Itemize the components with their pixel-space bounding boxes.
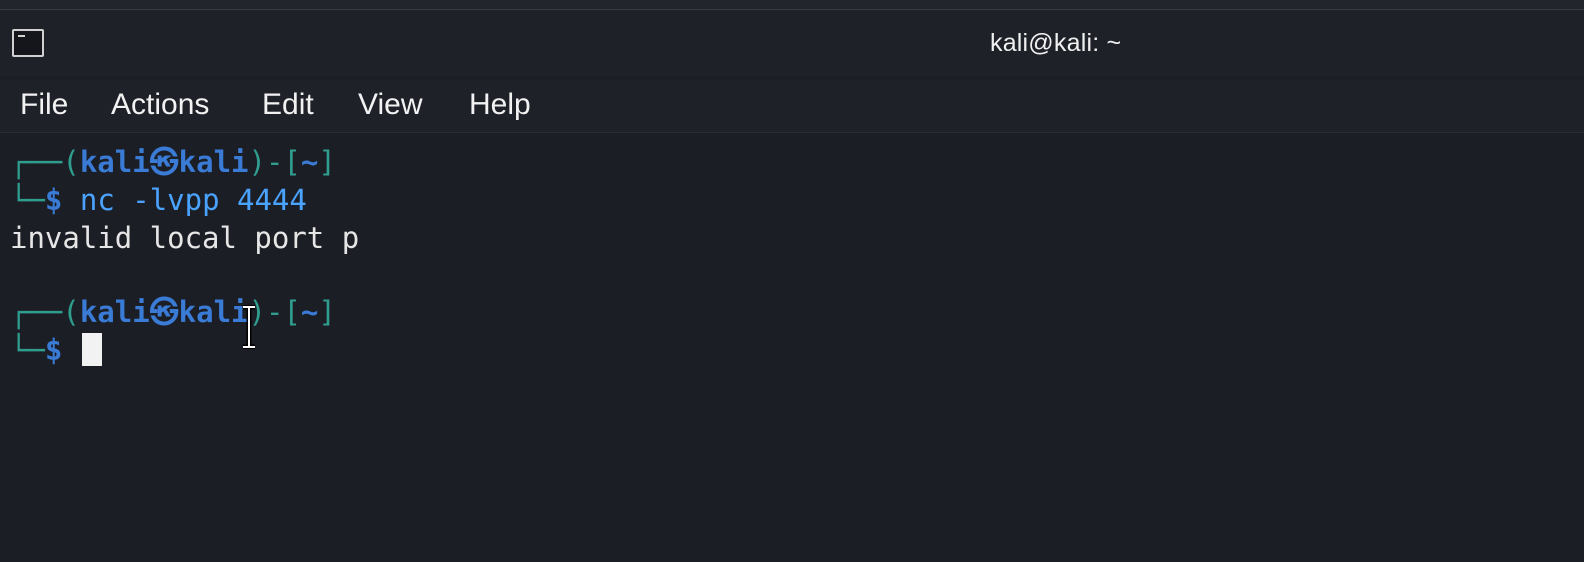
menu-bar: File Actions Edit View Help [0, 80, 1584, 133]
prompt-dollar: $ [44, 183, 63, 217]
prompt-bracket-bottom: └─ [10, 333, 45, 367]
prompt-line: ┌──(kali㉿kali)-[~] [10, 143, 336, 181]
command-output: invalid local port p [10, 221, 360, 255]
command-name: nc [79, 183, 115, 217]
prompt-bracket-close: ] [318, 295, 336, 329]
prompt-bracket-open: ┌──( [10, 295, 80, 329]
command-line: └─$ [10, 331, 62, 369]
terminal-output-area[interactable]: ┌──(kali㉿kali)-[~] └─$ nc -lvpp 4444 inv… [0, 133, 1584, 562]
mouse-ibeam-cursor-icon [243, 305, 255, 349]
prompt-directory: ~ [300, 145, 319, 179]
prompt-user-host: kali㉿kali [79, 295, 249, 329]
menu-file[interactable]: File [20, 88, 68, 122]
command-args: -lvpp 4444 [132, 183, 307, 217]
menu-help[interactable]: Help [469, 88, 531, 122]
prompt-bracket-bottom: └─ [10, 183, 45, 217]
prompt-directory: ~ [300, 295, 319, 329]
window-title: kali@kali: ~ [990, 29, 1122, 57]
text-cursor [82, 333, 102, 366]
prompt-line: ┌──(kali㉿kali)-[~] [10, 293, 336, 331]
title-bar[interactable]: kali@kali: ~ [0, 10, 1584, 76]
prompt-bracket-mid: )-[ [248, 145, 301, 179]
prompt-user-host: kali㉿kali [79, 145, 249, 179]
menu-actions[interactable]: Actions [111, 88, 209, 122]
prompt-bracket-open: ┌──( [10, 145, 80, 179]
menu-edit[interactable]: Edit [262, 88, 314, 122]
background-window-strip [0, 0, 1584, 10]
terminal-window: kali@kali: ~ File Actions Edit View Help… [0, 0, 1584, 562]
menu-view[interactable]: View [358, 88, 422, 122]
command-line: └─$ nc -lvpp 4444 [10, 181, 307, 219]
terminal-icon[interactable] [12, 29, 44, 57]
prompt-bracket-close: ] [318, 145, 336, 179]
prompt-dollar: $ [44, 333, 63, 367]
